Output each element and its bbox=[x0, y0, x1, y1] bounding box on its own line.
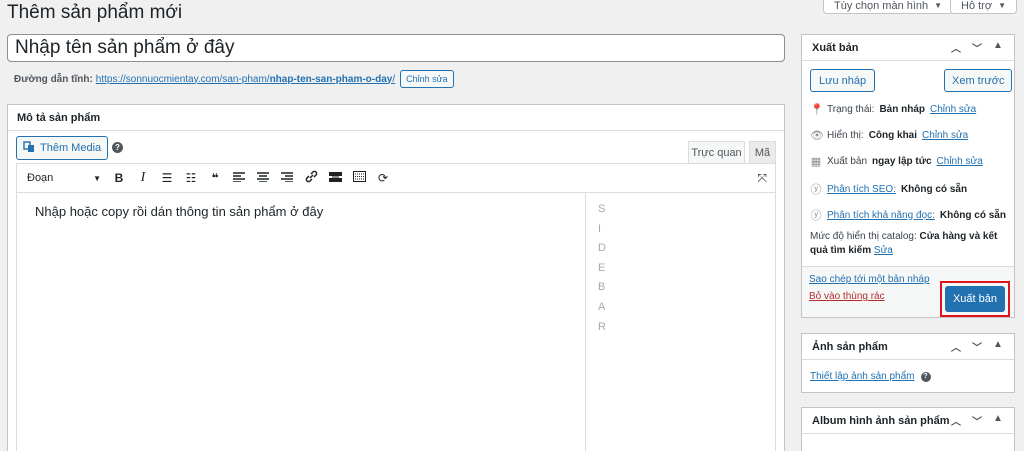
screen-options-button[interactable]: Tùy chọn màn hình ▼ bbox=[823, 0, 954, 14]
collapse-toggle-icon[interactable]: ▲ bbox=[992, 339, 1004, 354]
caret-down-icon: ▼ bbox=[934, 1, 943, 10]
publish-actions: Sao chép tới một bản nháp Bỏ vào thùng r… bbox=[802, 266, 1014, 317]
visibility-row: 👁 Hiển thị: Công khai Chỉnh sửa bbox=[810, 130, 969, 142]
schedule-row: ▦ Xuất bản ngay lập tức Chỉnh sửa bbox=[810, 156, 983, 168]
gallery-heading: Album hình ảnh sản phẩm bbox=[812, 414, 950, 427]
publish-header: Xuất bản ︿ ﹀ ▲ bbox=[802, 35, 1014, 61]
pin-icon: 📍 bbox=[810, 104, 824, 116]
collapse-toggle-icon[interactable]: ▲ bbox=[992, 413, 1004, 428]
editor-content-area[interactable]: Nhập hoặc copy rồi dán thông tin sản phẩ… bbox=[16, 193, 776, 451]
help-button[interactable]: Hỗ trợ ▼ bbox=[950, 0, 1017, 14]
read-more-icon[interactable] bbox=[323, 171, 347, 185]
product-image-box: Ảnh sản phẩm ︿ ﹀ ▲ Thiết lập ảnh sản phẩ… bbox=[801, 333, 1015, 393]
status-row: 📍 Trạng thái: Bản nháp Chỉnh sửa bbox=[810, 104, 977, 116]
editor-sidebar-column: SIDEBAR bbox=[585, 193, 775, 451]
chevron-up-icon[interactable]: ︿ bbox=[950, 339, 962, 354]
italic-icon[interactable]: I bbox=[131, 170, 155, 186]
add-media-label: Thêm Media bbox=[40, 142, 102, 154]
description-heading: Mô tả sản phẩm bbox=[17, 111, 101, 124]
screen-options-label: Tùy chọn màn hình bbox=[834, 0, 929, 12]
media-icon bbox=[23, 140, 35, 156]
align-left-icon[interactable] bbox=[227, 171, 251, 185]
yoast-icon: ⓨ bbox=[810, 210, 822, 222]
publish-highlight: Xuất bản bbox=[940, 281, 1010, 317]
caret-down-icon: ▼ bbox=[93, 173, 101, 183]
preview-button[interactable]: Xem trước bbox=[944, 69, 1013, 92]
permalink-label: Đường dẫn tĩnh: bbox=[14, 73, 93, 85]
publish-button[interactable]: Xuất bản bbox=[945, 286, 1005, 312]
page-title: Thêm sản phẩm mới bbox=[7, 2, 183, 23]
help-icon[interactable]: ? bbox=[920, 371, 931, 382]
link-icon[interactable] bbox=[299, 170, 323, 186]
align-center-icon[interactable] bbox=[251, 171, 275, 185]
tab-code[interactable]: Mã bbox=[749, 141, 776, 163]
refresh-icon[interactable]: ⟳ bbox=[371, 171, 395, 185]
format-select[interactable]: Đoạn ▼ bbox=[21, 168, 107, 188]
description-header: Mô tả sản phẩm bbox=[8, 105, 784, 131]
copy-to-draft-link[interactable]: Sao chép tới một bản nháp bbox=[809, 274, 930, 285]
help-label: Hỗ trợ bbox=[961, 0, 993, 12]
sidebar-letter: D bbox=[598, 242, 606, 255]
bold-icon[interactable]: B bbox=[107, 171, 131, 185]
permalink-edit-button[interactable]: Chỉnh sửa bbox=[400, 70, 454, 88]
add-media-button[interactable]: Thêm Media bbox=[16, 136, 109, 160]
calendar-icon: ▦ bbox=[810, 156, 822, 168]
chevron-down-icon[interactable]: ﹀ bbox=[971, 339, 983, 354]
save-draft-button[interactable]: Lưu nháp bbox=[810, 69, 876, 92]
sidebar-letter: A bbox=[598, 300, 606, 313]
sidebar-letter: E bbox=[598, 261, 606, 274]
visibility-edit-link[interactable]: Chỉnh sửa bbox=[922, 130, 968, 141]
set-image-row: Thiết lập ảnh sản phẩm ? bbox=[810, 371, 931, 382]
caret-down-icon: ▼ bbox=[998, 1, 1006, 10]
chevron-up-icon[interactable]: ︿ bbox=[950, 40, 962, 55]
catalog-edit-link[interactable]: Sửa bbox=[874, 245, 893, 256]
publish-heading: Xuất bản bbox=[812, 41, 859, 54]
blockquote-icon[interactable]: ❝ bbox=[203, 171, 227, 185]
sidebar-letter: I bbox=[598, 222, 602, 235]
seo-row: ⓨ Phân tích SEO: Không có sẵn bbox=[810, 181, 968, 197]
fullscreen-icon[interactable]: ⤧ bbox=[757, 171, 767, 186]
chevron-down-icon[interactable]: ﹀ bbox=[971, 40, 983, 55]
collapse-toggle-icon[interactable]: ▲ bbox=[992, 40, 1004, 55]
set-product-image-link[interactable]: Thiết lập ảnh sản phẩm bbox=[810, 371, 915, 382]
product-image-header: Ảnh sản phẩm ︿ ﹀ ▲ bbox=[802, 334, 1014, 360]
move-to-trash-link[interactable]: Bỏ vào thùng rác bbox=[809, 291, 885, 302]
tab-visual[interactable]: Trực quan bbox=[688, 141, 745, 163]
sidebar-letter: R bbox=[598, 320, 606, 333]
gallery-header: Album hình ảnh sản phẩm ︿ ﹀ ▲ bbox=[802, 408, 1014, 434]
status-edit-link[interactable]: Chỉnh sửa bbox=[930, 104, 976, 115]
permalink-row: Đường dẫn tĩnh: https://sonnuocmientay.c… bbox=[14, 70, 454, 88]
editor-toolbar: Đoạn ▼ B I ☰ ☷ ❝ ⟳ ⤧ bbox=[16, 163, 776, 193]
help-icon[interactable]: ? bbox=[112, 142, 123, 153]
editor-content-text: Nhập hoặc copy rồi dán thông tin sản phẩ… bbox=[35, 204, 324, 219]
eye-icon: 👁 bbox=[810, 130, 824, 142]
yoast-icon: ⓨ bbox=[810, 184, 822, 196]
product-gallery-box: Album hình ảnh sản phẩm ︿ ﹀ ▲ bbox=[801, 407, 1015, 451]
toolbar-toggle-icon[interactable] bbox=[347, 171, 371, 185]
readability-analysis-link[interactable]: Phân tích khả năng đọc: bbox=[827, 210, 935, 221]
catalog-visibility: Mức độ hiển thị catalog: Cửa hàng và kết… bbox=[810, 231, 998, 256]
schedule-edit-link[interactable]: Chỉnh sửa bbox=[937, 156, 983, 167]
format-select-value: Đoạn bbox=[27, 172, 54, 184]
sidebar-letters: SIDEBAR bbox=[598, 201, 606, 335]
product-title-input[interactable]: Nhập tên sản phẩm ở đây bbox=[7, 34, 785, 62]
align-right-icon[interactable] bbox=[275, 171, 299, 185]
chevron-down-icon[interactable]: ﹀ bbox=[971, 413, 983, 428]
sidebar-letter: S bbox=[598, 203, 606, 215]
chevron-up-icon[interactable]: ︿ bbox=[950, 413, 962, 428]
bullet-list-icon[interactable]: ☰ bbox=[155, 171, 179, 185]
numbered-list-icon[interactable]: ☷ bbox=[179, 171, 203, 185]
product-image-heading: Ảnh sản phẩm bbox=[812, 340, 888, 353]
sidebar-letter: B bbox=[598, 281, 606, 294]
product-description-box: Mô tả sản phẩm Thêm Media ? Trực quan Mã… bbox=[7, 104, 785, 451]
readability-row: ⓨ Phân tích khả năng đọc: Không có sẵn bbox=[810, 207, 1006, 223]
permalink-url[interactable]: https://sonnuocmientay.com/san-pham/nhap… bbox=[96, 74, 395, 85]
seo-analysis-link[interactable]: Phân tích SEO: bbox=[827, 184, 896, 195]
publish-box: Xuất bản ︿ ﹀ ▲ Lưu nháp Xem trước 📍 Trạn… bbox=[801, 34, 1015, 318]
